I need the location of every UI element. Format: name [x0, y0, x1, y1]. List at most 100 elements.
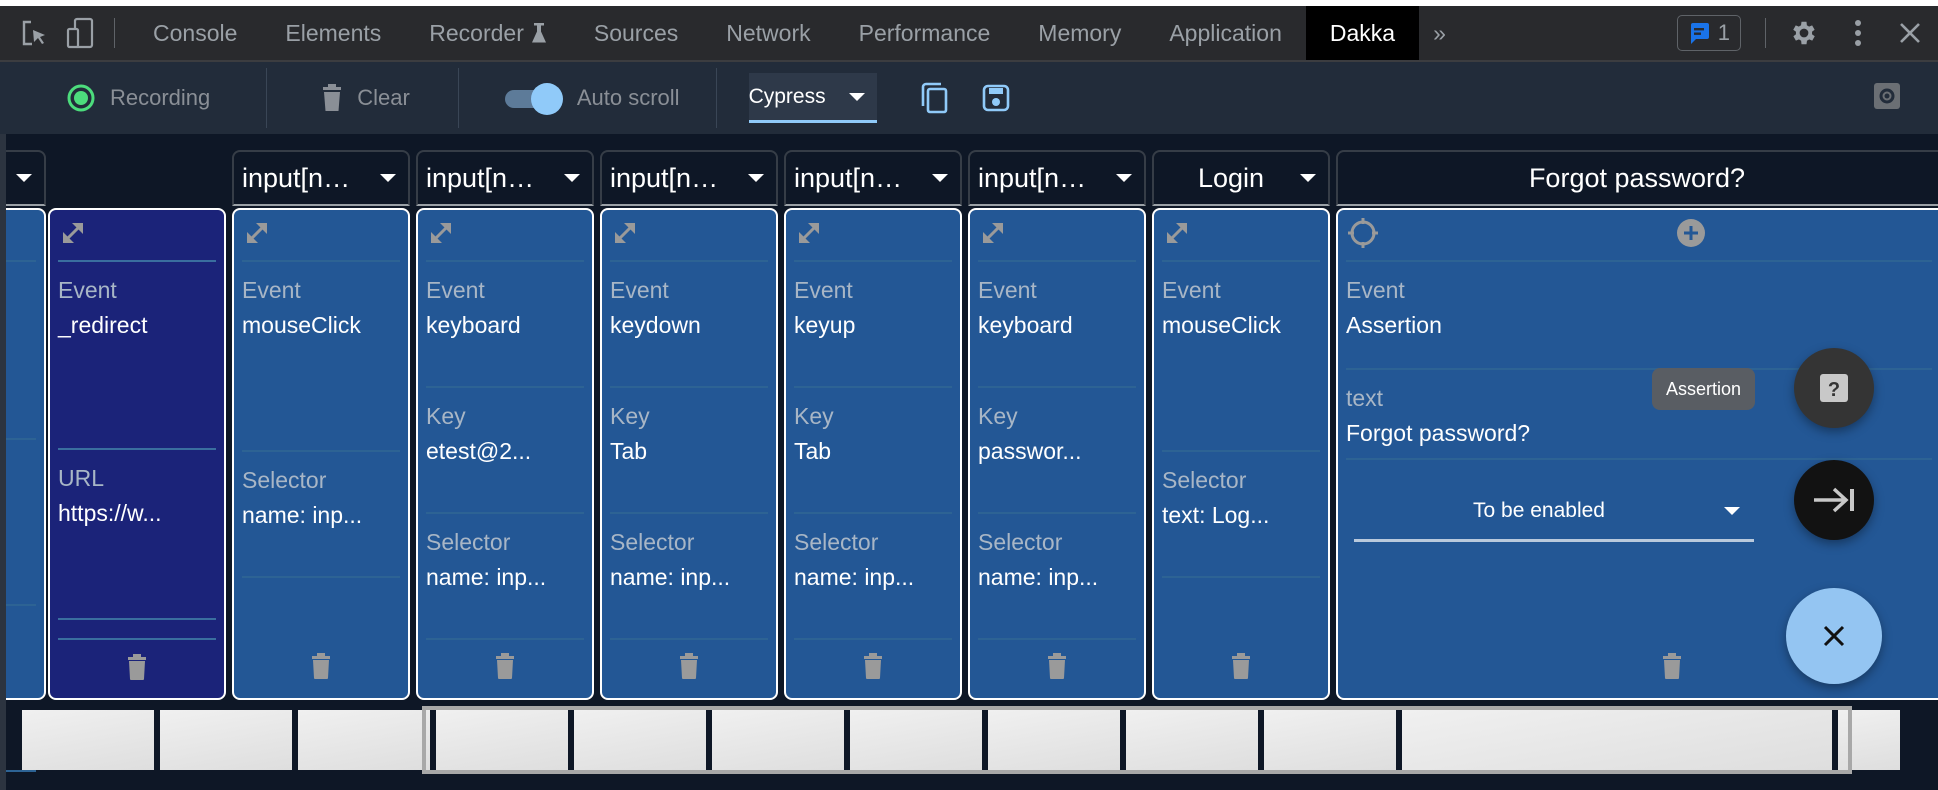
tab-label: Recorder — [429, 19, 524, 46]
delete-step-icon[interactable] — [495, 652, 515, 684]
field-label: Event — [1162, 277, 1221, 303]
delete-step-icon[interactable] — [1662, 652, 1682, 684]
expand-icon[interactable] — [426, 218, 456, 253]
step-selector-dropdown[interactable]: input[n… — [600, 150, 778, 206]
step-card[interactable] — [6, 208, 46, 772]
step-selector-value: input[n… — [610, 162, 719, 193]
step-card[interactable]: Event keyboard Key passwor... Selector name: … — [968, 208, 1146, 700]
minimap-cell[interactable] — [160, 710, 292, 770]
field-value: name: inp... — [426, 564, 547, 590]
tab-application[interactable]: Application — [1145, 6, 1306, 60]
tab-network[interactable]: Network — [702, 6, 834, 60]
autoscroll-label: Auto scroll — [576, 85, 680, 110]
framework-select[interactable]: Cypress — [748, 73, 877, 123]
clear-label: Clear — [357, 85, 410, 110]
tab-elements[interactable]: Elements — [261, 6, 405, 60]
step-column: input[n… Event mouseClick Selector name: inp… — [232, 150, 410, 700]
delete-step-icon[interactable] — [311, 652, 331, 684]
delete-step-icon[interactable] — [863, 652, 883, 684]
close-devtools-button[interactable] — [1890, 13, 1930, 53]
field-label: Key — [610, 403, 650, 429]
autoscroll-switch[interactable] — [504, 83, 563, 115]
assertion-type-value: To be enabled — [1473, 498, 1605, 522]
chevron-down-icon — [380, 174, 396, 182]
field-label: Key — [978, 403, 1018, 429]
tab-label: Dakka — [1329, 19, 1396, 46]
save-button[interactable] — [979, 81, 1013, 115]
tab-performance[interactable]: Performance — [835, 6, 1015, 60]
assertion-tooltip: Assertion — [1652, 368, 1756, 410]
step-card[interactable]: Event mouseClick Selector name: inp... — [232, 208, 410, 700]
more-tabs-icon: » — [1433, 19, 1446, 46]
assertion-type-select[interactable]: To be enabled — [1354, 482, 1754, 542]
step-selector-dropdown[interactable]: input[n… — [232, 150, 410, 206]
step-card[interactable]: Event _redirect URL https://w... — [48, 208, 226, 700]
minimap-cell[interactable] — [298, 710, 430, 770]
field-label: Event — [58, 277, 117, 303]
more-options-button[interactable] — [1838, 13, 1878, 53]
step-card[interactable]: Event mouseClick Selector text: Log... — [1152, 208, 1330, 700]
close-icon — [1823, 625, 1845, 647]
delete-step-icon[interactable] — [127, 653, 147, 685]
delete-step-icon[interactable] — [679, 652, 699, 684]
delete-step-icon[interactable] — [1047, 652, 1067, 684]
recorder-toolbar: Recording Clear Auto scroll Cypress — [0, 62, 1938, 134]
inspect-element-button[interactable] — [14, 13, 54, 53]
field-label: Event — [794, 277, 853, 303]
field-label: Selector — [426, 529, 511, 555]
add-assertion-icon[interactable] — [1676, 218, 1706, 253]
expand-icon[interactable] — [242, 218, 272, 253]
expand-icon[interactable] — [610, 218, 640, 253]
copy-button[interactable] — [917, 81, 951, 115]
locate-element-icon[interactable] — [1346, 216, 1380, 255]
clear-button[interactable]: Clear — [267, 62, 458, 134]
delete-step-icon[interactable] — [1231, 652, 1251, 684]
recording-button[interactable]: Recording — [0, 62, 266, 134]
step-selector-dropdown[interactable]: Login — [1152, 150, 1330, 206]
assertion-help-fab[interactable]: ? — [1794, 348, 1874, 428]
tab-dakka[interactable]: Dakka — [1305, 6, 1420, 60]
recorder-settings-button[interactable] — [1872, 81, 1906, 115]
tab-memory[interactable]: Memory — [1014, 6, 1145, 60]
expand-icon[interactable] — [58, 218, 88, 253]
field-label: Selector — [242, 467, 327, 493]
field-label: Selector — [610, 529, 695, 555]
device-toolbar-button[interactable] — [60, 13, 100, 53]
step-card[interactable]: Event keydown Key Tab Selector name: inp... — [600, 208, 778, 700]
tab-recorder[interactable]: Recorder — [405, 6, 570, 60]
skip-to-end-fab[interactable] — [1794, 460, 1874, 540]
field-value: passwor... — [978, 438, 1082, 464]
issues-button[interactable]: 1 — [1676, 15, 1741, 51]
step-field: Selector name: inp... — [978, 514, 1136, 640]
step-selector-dropdown[interactable]: input[n… — [416, 150, 594, 206]
expand-icon[interactable] — [978, 218, 1008, 253]
expand-icon[interactable] — [1162, 218, 1192, 253]
step-card[interactable]: Event keyup Key Tab Selector name: inp... — [784, 208, 962, 700]
record-icon — [67, 84, 95, 112]
field-value: _redirect — [58, 312, 148, 338]
field-value: Tab — [794, 438, 832, 464]
step-selector-dropdown[interactable]: input[n… — [968, 150, 1146, 206]
chevron-down-icon — [564, 174, 580, 182]
step-selector-value: input[n… — [794, 162, 903, 193]
settings-button[interactable] — [1784, 13, 1824, 53]
step-selector-dropdown[interactable] — [6, 150, 46, 206]
framework-value: Cypress — [748, 84, 826, 108]
trash-icon — [323, 84, 342, 111]
tab-label: Elements — [285, 19, 382, 46]
field-value: https://w... — [58, 500, 162, 526]
field-label: Selector — [1162, 467, 1247, 493]
minimap-cell[interactable] — [22, 710, 154, 770]
minimap-viewport[interactable] — [422, 706, 1852, 774]
step-selector-dropdown[interactable]: input[n… — [784, 150, 962, 206]
inspect-icon — [22, 20, 45, 46]
step-field — [6, 262, 36, 440]
autoscroll-toggle[interactable]: Auto scroll — [459, 62, 716, 134]
step-selector-dropdown[interactable]: Forgot password? — [1336, 150, 1938, 206]
close-fab[interactable] — [1786, 588, 1882, 684]
tab-console[interactable]: Console — [129, 6, 261, 60]
tab-sources[interactable]: Sources — [570, 6, 702, 60]
more-tabs-button[interactable]: » — [1419, 6, 1460, 60]
expand-icon[interactable] — [794, 218, 824, 253]
step-card[interactable]: Event keyboard Key etest@2... Selector name: … — [416, 208, 594, 700]
